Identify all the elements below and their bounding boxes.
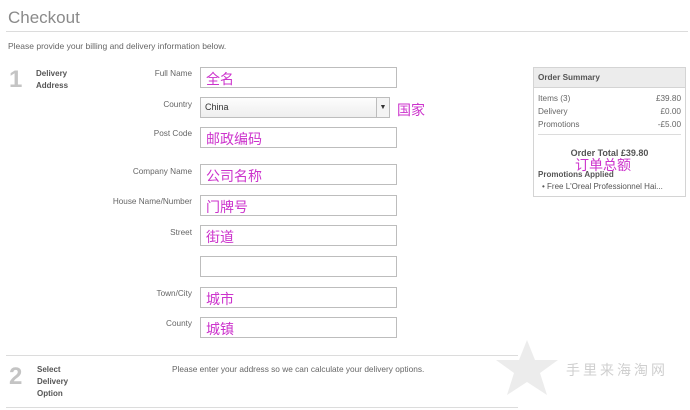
divider [6, 355, 518, 356]
summary-row-value: £39.80 [655, 94, 681, 103]
summary-row-items: Items (3) £39.80 [538, 94, 681, 103]
street-label: Street [170, 228, 192, 237]
street-input-line2[interactable] [200, 256, 397, 277]
full-name-label: Full Name [154, 69, 192, 78]
house-number-label: House Name/Number [112, 197, 192, 206]
watermark: 手里来海淘网 [492, 338, 682, 398]
divider [6, 31, 688, 32]
country-annotation: 国家 [397, 103, 425, 119]
company-name-annotation: 公司名称 [206, 169, 262, 185]
summary-row-label: Promotions [538, 120, 580, 129]
intro-text: Please provide your billing and delivery… [8, 41, 227, 51]
county-label: County [166, 319, 192, 328]
step-label-2: Select Delivery Option [37, 365, 69, 398]
chevron-down-icon[interactable]: ▼ [376, 98, 389, 117]
summary-row-value: £0.00 [660, 107, 682, 116]
order-summary-title: Order Summary [538, 73, 600, 82]
post-code-annotation: 邮政编码 [206, 132, 262, 148]
summary-row-delivery: Delivery £0.00 [538, 107, 681, 116]
summary-row-value: -£5.00 [657, 120, 681, 129]
watermark-text: 手里来海淘网 [566, 363, 668, 379]
summary-row-label: Delivery [538, 107, 568, 116]
summary-row-promotions: Promotions -£5.00 [538, 120, 681, 129]
summary-row-label: Items (3) [538, 94, 571, 103]
country-value: China [205, 102, 229, 112]
full-name-annotation: 全名 [206, 72, 234, 88]
country-select[interactable]: China ▼ [200, 97, 390, 118]
star-icon [496, 340, 558, 395]
street-annotation: 街道 [206, 230, 234, 246]
order-summary-header: Order Summary [534, 68, 685, 88]
page-title: Checkout [8, 8, 80, 27]
step-number-1: 1 [9, 66, 23, 93]
county-annotation: 城镇 [206, 322, 234, 338]
divider [6, 407, 518, 408]
step-number-2: 2 [9, 363, 23, 390]
house-number-annotation: 门牌号 [206, 200, 248, 216]
order-total-annotation: 订单总额 [575, 158, 631, 174]
country-label: Country [163, 100, 192, 109]
order-summary-panel: Order Summary Items (3) £39.80 Delivery … [533, 67, 686, 197]
promotion-item-label: Free L'Oreal Professionnel Hai... [547, 182, 663, 191]
step-label-1: Delivery Address [36, 69, 69, 90]
company-name-label: Company Name [132, 167, 192, 176]
promotion-item[interactable]: • Free L'Oreal Professionnel Hai... [542, 182, 663, 191]
town-city-label: Town/City [156, 289, 193, 298]
town-city-annotation: 城市 [206, 292, 234, 308]
delivery-options-message: Please enter your address so we can calc… [172, 364, 425, 374]
summary-divider [538, 134, 681, 135]
post-code-label: Post Code [153, 129, 192, 138]
